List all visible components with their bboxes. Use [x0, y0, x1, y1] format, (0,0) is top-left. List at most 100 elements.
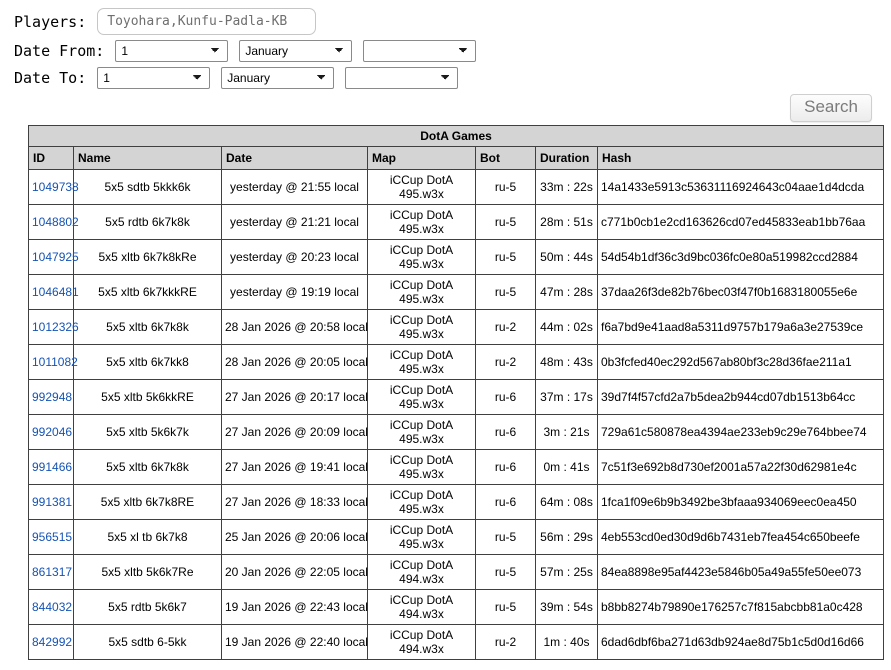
games-table: DotA Games ID Name Date Map Bot Duration…: [27, 125, 885, 660]
date-to-day-select[interactable]: 1: [97, 67, 211, 89]
game-map-text: iCCup DotA 495.w3x: [389, 523, 454, 551]
game-date-cell: 27 Jan 2026 @ 20:09 local: [221, 414, 368, 450]
game-date-cell: 20 Jan 2026 @ 22:05 local: [221, 554, 368, 590]
game-map-cell: iCCup DotA 494.w3x: [367, 589, 476, 625]
game-id-link[interactable]: 844032: [32, 600, 72, 614]
game-map-cell: iCCup DotA 495.w3x: [367, 484, 476, 520]
game-id-link[interactable]: 1011082: [32, 355, 78, 369]
games-table-body: 1049738 5x5 sdtb 5kkk6k yesterday @ 21:5…: [28, 169, 885, 660]
table-row: 1048802 5x5 rdtb 6k7k8k yesterday @ 21:2…: [28, 204, 885, 240]
game-map-text: iCCup DotA 494.w3x: [389, 558, 454, 586]
table-row: 1046481 5x5 xltb 6k7kkkRE yesterday @ 19…: [28, 274, 885, 310]
game-date-cell: 27 Jan 2026 @ 18:33 local: [221, 484, 368, 520]
game-hash-cell: f6a7bd9e41aad8a5311d9757b179a6a3e27539ce: [596, 309, 885, 345]
date-to-year-select[interactable]: [345, 67, 459, 89]
game-hash-cell: 729a61c580878ea4394ae233eb9c29e764bbee74: [596, 414, 885, 450]
table-row: 1011082 5x5 xltb 6k7kk8 28 Jan 2026 @ 20…: [28, 344, 885, 380]
game-duration-cell: 28m : 51s: [535, 204, 598, 240]
game-id-cell: 992948: [28, 379, 74, 415]
game-bot-cell: ru-5: [475, 589, 536, 625]
game-id-cell: 861317: [28, 554, 74, 590]
game-name-cell: 5x5 sdtb 6-5kk: [73, 624, 222, 660]
players-label: Players:: [14, 12, 87, 31]
game-date-cell: 28 Jan 2026 @ 20:58 local: [221, 309, 368, 345]
game-map-text: iCCup DotA 495.w3x: [389, 208, 454, 236]
game-map-text: iCCup DotA 494.w3x: [389, 628, 454, 656]
game-duration-cell: 44m : 02s: [535, 309, 598, 345]
game-id-link[interactable]: 991466: [32, 460, 72, 474]
game-map-cell: iCCup DotA 495.w3x: [367, 239, 476, 275]
column-header-map: Map: [367, 146, 476, 170]
game-id-cell: 1049738: [28, 169, 79, 205]
table-header-row: ID Name Date Map Bot Duration Hash: [28, 146, 885, 170]
game-map-text: iCCup DotA 495.w3x: [389, 383, 454, 411]
game-hash-cell: 4eb553cd0ed30d9d6b7431eb7fea454c650beefe: [596, 519, 885, 555]
date-to-row: Date To: 1 January: [14, 67, 891, 89]
game-id-link[interactable]: 861317: [32, 565, 72, 579]
game-id-cell: 1011082: [28, 344, 78, 380]
game-map-cell: iCCup DotA 495.w3x: [367, 169, 476, 205]
game-id-link[interactable]: 1012326: [32, 320, 79, 334]
game-bot-cell: ru-5: [475, 169, 536, 205]
game-id-link[interactable]: 992046: [32, 425, 72, 439]
table-row: 991466 5x5 xltb 6k7k8k 27 Jan 2026 @ 19:…: [28, 449, 885, 485]
table-row: 1047925 5x5 xltb 6k7k8kRe yesterday @ 20…: [28, 239, 885, 275]
game-id-cell: 1048802: [28, 204, 79, 240]
players-row: Players:: [14, 8, 891, 35]
game-id-cell: 1047925: [28, 239, 79, 275]
game-map-text: iCCup DotA 495.w3x: [389, 418, 454, 446]
game-name-cell: 5x5 xltb 6k7kk8: [73, 344, 222, 380]
game-name-cell: 5x5 xl tb 6k7k8: [73, 519, 222, 555]
game-bot-cell: ru-2: [475, 309, 536, 345]
game-name-cell: 5x5 sdtb 5kkk6k: [73, 169, 222, 205]
table-row: 992948 5x5 xltb 5k6kkRE 27 Jan 2026 @ 20…: [28, 379, 885, 415]
players-input[interactable]: [97, 8, 317, 35]
game-bot-cell: ru-6: [475, 449, 536, 485]
game-id-link[interactable]: 1047925: [32, 250, 79, 264]
game-bot-cell: ru-5: [475, 554, 536, 590]
game-map-cell: iCCup DotA 494.w3x: [367, 554, 476, 590]
game-map-text: iCCup DotA 495.w3x: [389, 173, 454, 201]
game-name-cell: 5x5 xltb 6k7k8k: [73, 309, 222, 345]
date-to-month-select[interactable]: January: [221, 67, 335, 89]
game-id-link[interactable]: 992948: [32, 390, 72, 404]
game-date-cell: 25 Jan 2026 @ 20:06 local: [221, 519, 368, 555]
game-hash-cell: c771b0cb1e2cd163626cd07ed45833eab1bb76aa: [596, 204, 885, 240]
game-map-cell: iCCup DotA 495.w3x: [367, 274, 476, 310]
game-bot-cell: ru-5: [475, 204, 536, 240]
game-date-cell: yesterday @ 20:23 local: [221, 239, 368, 275]
game-id-link[interactable]: 1048802: [32, 215, 79, 229]
game-map-text: iCCup DotA 495.w3x: [389, 243, 454, 271]
game-bot-cell: ru-6: [475, 379, 536, 415]
date-from-month-select[interactable]: January: [239, 40, 353, 62]
game-name-cell: 5x5 rdtb 6k7k8k: [73, 204, 222, 240]
game-bot-cell: ru-2: [475, 344, 536, 380]
date-to-label: Date To:: [14, 69, 87, 87]
column-header-bot: Bot: [475, 146, 536, 170]
game-hash-cell: 39d7f4f57cfd2a7b5dea2b944cd07db1513b64cc: [596, 379, 885, 415]
date-from-year-select[interactable]: [363, 40, 477, 62]
game-id-link[interactable]: 991381: [32, 495, 72, 509]
game-id-link[interactable]: 956515: [32, 530, 72, 544]
game-id-cell: 844032: [28, 589, 74, 625]
table-row: 1012326 5x5 xltb 6k7k8k 28 Jan 2026 @ 20…: [28, 309, 885, 345]
game-map-cell: iCCup DotA 495.w3x: [367, 449, 476, 485]
table-row: 1049738 5x5 sdtb 5kkk6k yesterday @ 21:5…: [28, 169, 885, 205]
game-map-text: iCCup DotA 495.w3x: [389, 278, 454, 306]
game-id-link[interactable]: 1049738: [32, 180, 79, 194]
game-map-cell: iCCup DotA 495.w3x: [367, 309, 476, 345]
column-header-name: Name: [73, 146, 222, 170]
game-id-link[interactable]: 1046481: [32, 285, 79, 299]
game-hash-cell: 0b3fcfed40ec292d567ab80bf3c28d36fae211a1: [596, 344, 885, 380]
date-from-label: Date From:: [14, 42, 105, 60]
game-date-cell: 19 Jan 2026 @ 22:43 local: [221, 589, 368, 625]
table-row: 991381 5x5 xltb 6k7k8RE 27 Jan 2026 @ 18…: [28, 484, 885, 520]
game-id-cell: 991381: [28, 484, 74, 520]
game-hash-cell: 7c51f3e692b8d730ef2001a57a22f30d62981e4c: [596, 449, 885, 485]
game-name-cell: 5x5 xltb 5k6kkRE: [73, 379, 222, 415]
game-id-link[interactable]: 842992: [32, 635, 72, 649]
search-form: Players: Date From: 1 January Date To: 1…: [14, 8, 891, 89]
date-from-day-select[interactable]: 1: [115, 40, 229, 62]
game-map-cell: iCCup DotA 495.w3x: [367, 414, 476, 450]
search-button[interactable]: Search: [790, 94, 872, 122]
